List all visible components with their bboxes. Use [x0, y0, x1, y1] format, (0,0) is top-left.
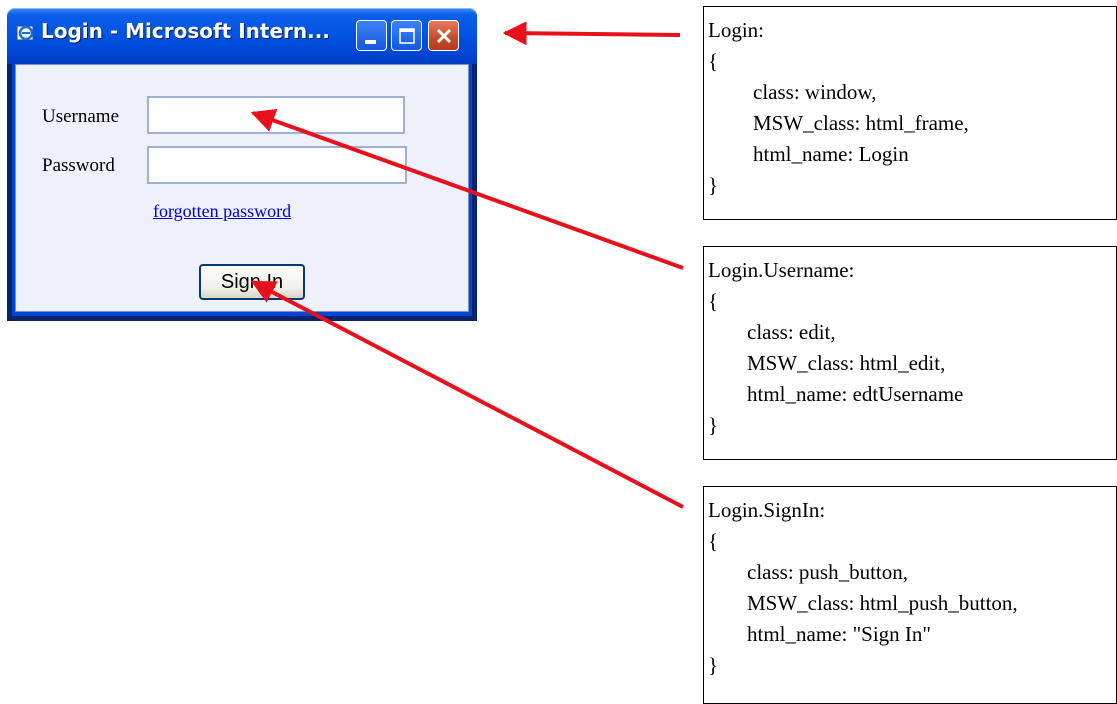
arrow-to-signin: [250, 280, 684, 509]
arrow-to-username: [250, 109, 684, 270]
arrow-to-window: [502, 21, 681, 46]
annotation-arrows: [250, 21, 684, 509]
